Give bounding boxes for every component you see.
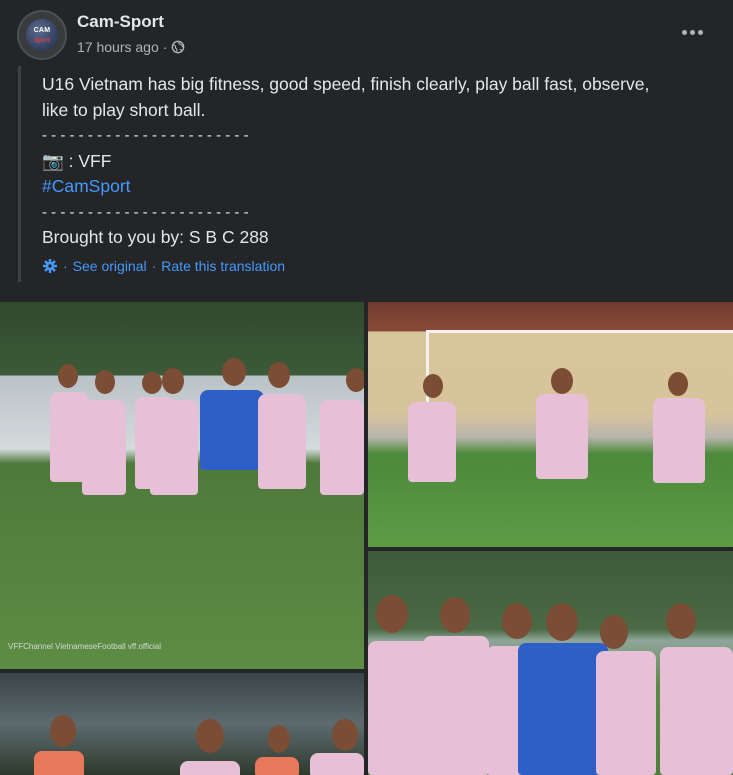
divider-line: - - - - - - - - - - - - - - - - - - - - … <box>42 203 249 221</box>
page-name[interactable]: Cam-Sport <box>77 12 164 32</box>
divider-line: - - - - - - - - - - - - - - - - - - - - … <box>42 127 249 144</box>
post-meta: 17 hours ago · <box>77 39 185 55</box>
gear-icon <box>43 259 57 273</box>
timestamp[interactable]: 17 hours ago <box>77 39 159 55</box>
post-text-line: U16 Vietnam has big fitness, good speed,… <box>42 74 650 94</box>
globe-icon <box>172 40 185 54</box>
avatar-logo <box>26 19 58 51</box>
photo-training-group[interactable] <box>0 673 364 775</box>
post-text-line: like to play short ball. <box>42 99 206 120</box>
see-original-link[interactable]: See original <box>73 258 147 274</box>
avatar-logo-text: CAM <box>33 27 51 34</box>
rate-translation-link[interactable]: Rate this translation <box>161 258 285 274</box>
photo-credit: 📷 : VFF <box>42 150 112 171</box>
post-text: U16 Vietnam has big fitness, good speed,… <box>42 72 712 251</box>
sponsor-line: Brought to you by: S B C 288 <box>42 227 269 247</box>
hashtag-link[interactable]: #CamSport <box>42 174 712 200</box>
photo-players-goal[interactable] <box>368 302 733 547</box>
more-options-icon[interactable] <box>680 18 706 44</box>
post-header: CAM Sport Cam-Sport 17 hours ago · <box>0 0 733 64</box>
translation-separator: · <box>63 258 68 274</box>
translation-quote-bar <box>18 66 21 282</box>
photo-group-coach[interactable] <box>368 551 733 775</box>
translation-separator: · <box>151 258 157 274</box>
translation-bar: · See original · Rate this translation <box>42 258 285 274</box>
photo-team-jogging[interactable]: VFFChannel VietnameseFootball vff.offici… <box>0 302 364 669</box>
avatar-logo-subtext: Sport <box>34 38 50 44</box>
meta-separator: · <box>162 39 168 55</box>
photo-watermark: VFFChannel VietnameseFootball vff.offici… <box>8 642 161 651</box>
avatar[interactable]: CAM Sport <box>17 10 67 60</box>
